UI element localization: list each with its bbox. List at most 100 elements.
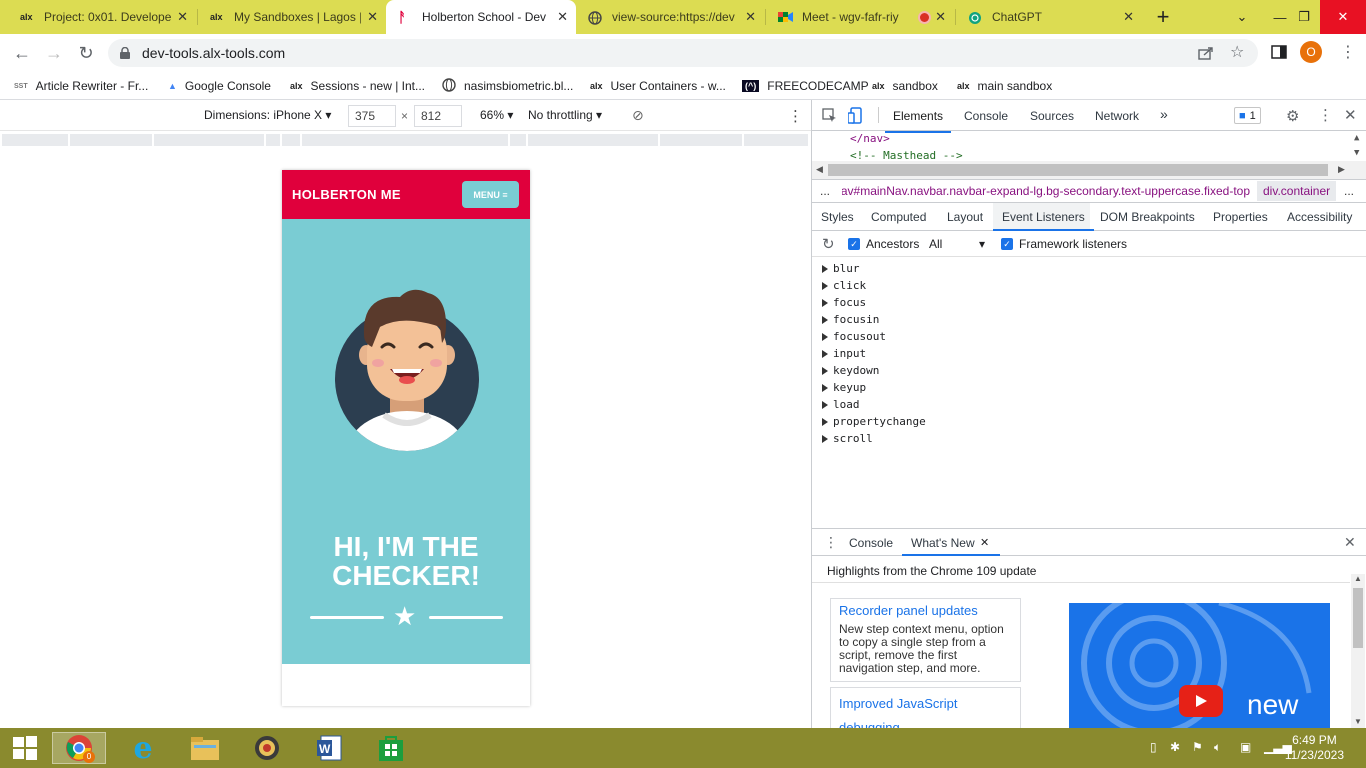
- scrollbar-thumb[interactable]: [828, 164, 1328, 176]
- close-tab-icon[interactable]: ✕: [745, 9, 756, 25]
- taskbar-chrome[interactable]: 0: [52, 732, 106, 764]
- framework-listeners-checkbox[interactable]: ✓: [1001, 238, 1013, 250]
- ancestors-checkbox[interactable]: ✓: [848, 238, 860, 250]
- browser-tab-5[interactable]: Meet - wgv-fafr-riy ✕: [766, 0, 954, 34]
- event-item[interactable]: click: [812, 277, 1366, 294]
- ruler-segment[interactable]: [2, 134, 70, 146]
- bookmark-main-sandbox[interactable]: alx main sandbox: [957, 77, 1052, 95]
- device-toolbar-toggle-icon[interactable]: [847, 107, 864, 127]
- subtab-accessibility[interactable]: Accessibility: [1287, 210, 1352, 224]
- event-item[interactable]: focusin: [812, 311, 1366, 328]
- ruler-segment[interactable]: [154, 134, 266, 146]
- drawer-menu-icon[interactable]: ⋮: [824, 534, 838, 551]
- close-tab-icon[interactable]: ✕: [980, 536, 989, 549]
- bookmark-nasimsbiometric[interactable]: nasimsbiometric.bl...: [442, 77, 573, 95]
- close-tab-icon[interactable]: ✕: [557, 9, 568, 25]
- width-input[interactable]: 375: [348, 105, 396, 127]
- tab-sources[interactable]: Sources: [1030, 109, 1074, 123]
- card-title[interactable]: Recorder panel updates: [839, 603, 1012, 618]
- subtab-dom-breakpoints[interactable]: DOM Breakpoints: [1100, 210, 1195, 224]
- ruler-segment[interactable]: [528, 134, 660, 146]
- action-center-icon[interactable]: ⚑: [1192, 740, 1203, 754]
- more-tabs-icon[interactable]: »: [1160, 106, 1168, 122]
- browser-tab-active[interactable]: ᚨ Holberton School - Dev ✕: [386, 0, 576, 34]
- filter-select[interactable]: All ▾: [929, 237, 991, 251]
- devtools-close-icon[interactable]: ✕: [1344, 106, 1357, 124]
- close-tab-icon[interactable]: ✕: [935, 9, 946, 25]
- new-tab-button[interactable]: +: [1141, 0, 1185, 34]
- tab-network[interactable]: Network: [1095, 109, 1139, 123]
- share-icon[interactable]: [1198, 45, 1214, 64]
- settings-gear-icon[interactable]: ⚙: [1286, 107, 1299, 125]
- start-button[interactable]: [0, 732, 50, 764]
- side-panel-icon[interactable]: [1271, 44, 1287, 63]
- ruler-segment[interactable]: [744, 134, 810, 146]
- horizontal-scrollbar[interactable]: ◀ ▶: [812, 161, 1366, 179]
- ruler-segment[interactable]: [266, 134, 282, 146]
- taskbar-app[interactable]: [240, 732, 294, 764]
- event-item[interactable]: blur: [812, 260, 1366, 277]
- taskbar-word[interactable]: W: [302, 732, 356, 764]
- back-icon[interactable]: ←: [10, 41, 34, 65]
- close-tab-icon[interactable]: ✕: [1123, 9, 1134, 25]
- whats-new-card-js-debugging[interactable]: Improved JavaScript debugging: [830, 687, 1021, 735]
- window-close-icon[interactable]: ✕: [1320, 0, 1366, 34]
- subtab-computed[interactable]: Computed: [871, 210, 926, 224]
- taskbar-explorer[interactable]: [178, 732, 232, 764]
- ruler-segment[interactable]: [282, 134, 302, 146]
- display-icon[interactable]: ▣: [1240, 740, 1251, 754]
- tab-elements[interactable]: Elements: [884, 109, 952, 133]
- subtab-event-listeners[interactable]: Event Listeners: [993, 210, 1094, 231]
- event-item[interactable]: propertychange: [812, 413, 1366, 430]
- scrollbar-thumb[interactable]: [1353, 588, 1363, 648]
- browser-tab-4[interactable]: view-source:https://dev ✕: [576, 0, 764, 34]
- event-item[interactable]: keydown: [812, 362, 1366, 379]
- close-tab-icon[interactable]: ✕: [177, 9, 188, 25]
- whats-new-card-recorder[interactable]: Recorder panel updates New step context …: [830, 598, 1021, 682]
- bookmark-article-rewriter[interactable]: SST Article Rewriter - Fr...: [14, 77, 148, 95]
- dom-line-nav[interactable]: </nav>: [850, 132, 890, 145]
- breadcrumb-div-container[interactable]: div.container: [1257, 181, 1337, 201]
- forward-icon[interactable]: →: [42, 41, 66, 65]
- battery-icon[interactable]: ▯: [1150, 740, 1157, 754]
- profile-avatar[interactable]: O: [1300, 41, 1322, 63]
- taskbar-ie[interactable]: e: [116, 731, 170, 766]
- site-brand[interactable]: HOLBERTON ME: [292, 187, 401, 202]
- ruler-segment[interactable]: [660, 134, 744, 146]
- issues-badge[interactable]: ■ 1: [1234, 107, 1261, 124]
- height-input[interactable]: 812: [414, 105, 462, 127]
- subtab-layout[interactable]: Layout: [947, 210, 983, 224]
- scroll-right-icon[interactable]: ▶: [1338, 164, 1345, 175]
- ruler-segment[interactable]: [510, 134, 528, 146]
- bookmark-user-containers[interactable]: alx User Containers - w...: [590, 77, 726, 95]
- scroll-down-icon[interactable]: ▼: [1354, 717, 1362, 726]
- event-item[interactable]: focusout: [812, 328, 1366, 345]
- devtools-menu-icon[interactable]: ⋮: [1318, 106, 1333, 124]
- browser-tab-6[interactable]: ChatGPT ✕: [956, 0, 1142, 34]
- dimensions-select[interactable]: Dimensions: iPhone X ▾: [204, 108, 331, 122]
- refresh-icon[interactable]: ↻: [822, 235, 835, 253]
- close-tab-icon[interactable]: ✕: [367, 9, 378, 25]
- address-bar[interactable]: dev-tools.alx-tools.com ☆: [108, 39, 1258, 67]
- browser-tab-2[interactable]: alx My Sandboxes | Lagos | ✕: [198, 0, 386, 34]
- bookmark-sessions[interactable]: alx Sessions - new | Int...: [290, 77, 425, 95]
- subtab-properties[interactable]: Properties: [1213, 210, 1268, 224]
- scroll-up-icon[interactable]: ▲: [1354, 133, 1359, 143]
- throttling-select[interactable]: No throttling ▾: [528, 108, 602, 122]
- bookmark-freecodecamp[interactable]: (^) FREECODECAMP: [742, 77, 869, 95]
- bookmark-star-icon[interactable]: ☆: [1230, 42, 1244, 62]
- event-item[interactable]: input: [812, 345, 1366, 362]
- taskbar-clock[interactable]: 6:49 PM 11/23/2023: [1285, 733, 1344, 763]
- youtube-play-icon[interactable]: [1179, 685, 1223, 717]
- browser-menu-icon[interactable]: ⋮: [1340, 42, 1356, 62]
- bookmark-google-console[interactable]: ▲ Google Console: [168, 77, 271, 95]
- tab-console[interactable]: Console: [964, 109, 1008, 123]
- breadcrumb-more[interactable]: ...: [1344, 184, 1354, 198]
- browser-tab-1[interactable]: alx Project: 0x01. Develope ✕: [8, 0, 196, 34]
- menu-button[interactable]: MENU ≡: [462, 181, 519, 208]
- event-item[interactable]: load: [812, 396, 1366, 413]
- event-item[interactable]: keyup: [812, 379, 1366, 396]
- drawer-close-icon[interactable]: ✕: [1344, 534, 1356, 551]
- volume-icon[interactable]: 🔈︎: [1214, 740, 1221, 755]
- drawer-vertical-scrollbar[interactable]: ▲ ▼: [1351, 574, 1365, 729]
